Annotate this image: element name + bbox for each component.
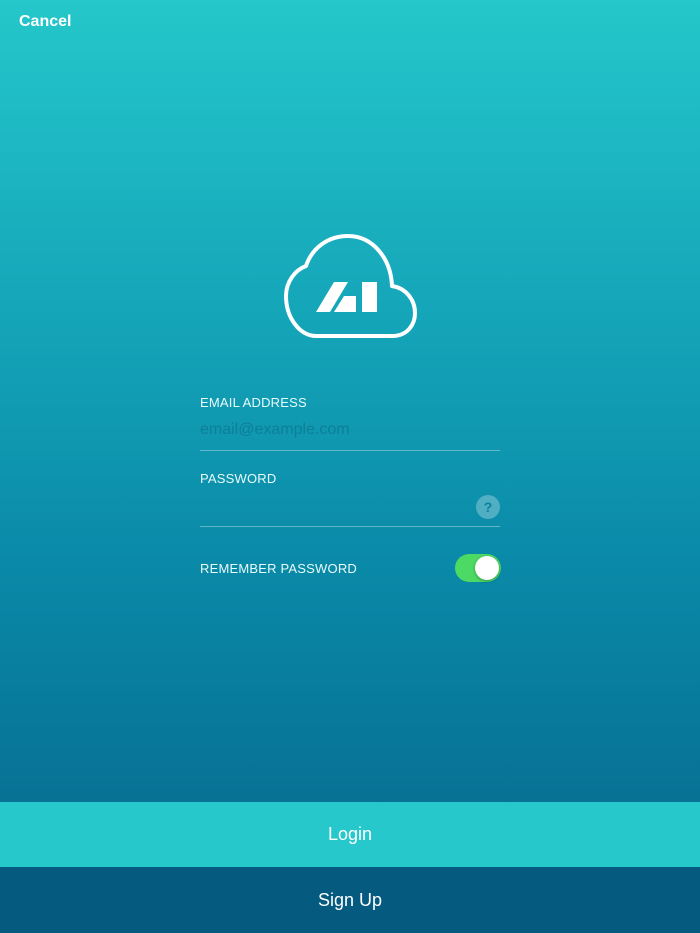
- password-label: PASSWORD: [200, 471, 277, 486]
- email-field-group: EMAIL ADDRESS: [200, 395, 500, 451]
- sign-up-button[interactable]: Sign Up: [0, 867, 700, 933]
- login-screen: Cancel EMAIL ADDRESS PASSWORD ? REMEMBER…: [0, 0, 700, 933]
- remember-password-label: REMEMBER PASSWORD: [200, 561, 358, 576]
- login-button[interactable]: Login: [0, 802, 700, 867]
- help-icon[interactable]: ?: [476, 495, 500, 519]
- login-form: EMAIL ADDRESS PASSWORD ? REMEMBER PASSWO…: [200, 395, 501, 584]
- password-field-group: PASSWORD ?: [200, 471, 500, 527]
- email-input[interactable]: [200, 419, 500, 441]
- remember-password-row: REMEMBER PASSWORD: [200, 554, 501, 584]
- password-input[interactable]: [200, 495, 460, 517]
- toggle-knob: [475, 556, 499, 580]
- email-label: EMAIL ADDRESS: [200, 395, 307, 410]
- cancel-button[interactable]: Cancel: [19, 12, 71, 32]
- remember-password-toggle[interactable]: [455, 554, 501, 582]
- cloud-ai-logo-icon: [284, 234, 417, 338]
